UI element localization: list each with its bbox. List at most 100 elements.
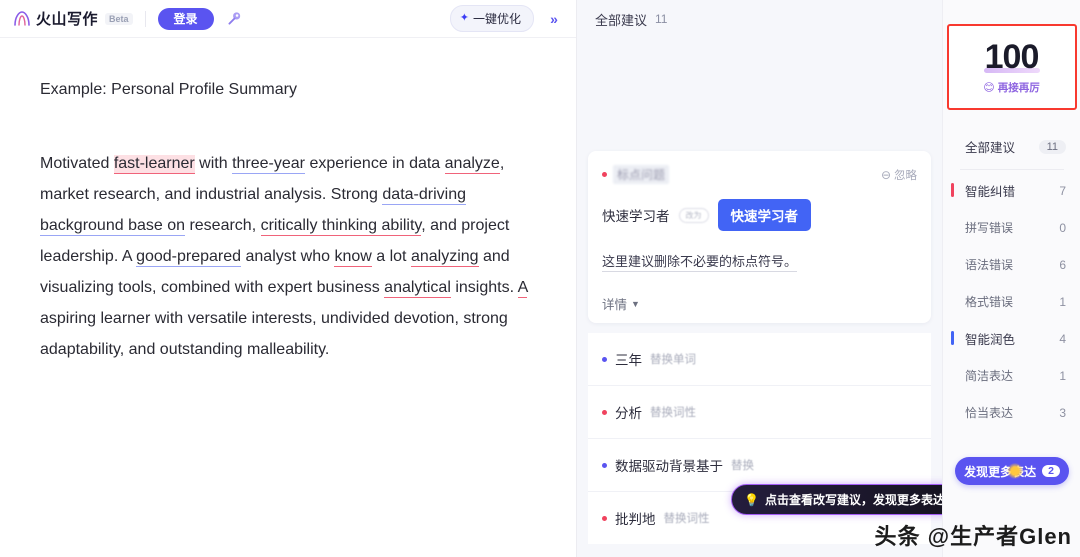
sidebar-row-label: 全部建议 xyxy=(965,141,1016,155)
magic-wand-icon[interactable] xyxy=(222,6,248,32)
text-run: with xyxy=(194,155,233,172)
sparkle-icon: ✦ xyxy=(459,12,469,24)
collapse-panel-button[interactable]: » xyxy=(542,7,566,31)
suggestion-list-item[interactable]: 分析 替换词性 xyxy=(588,385,931,438)
suggestion-description: 这里建议删除不必要的标点符号。 xyxy=(602,251,798,272)
sidebar-row-label: 简洁表达 xyxy=(965,369,1014,383)
flagged-text-red[interactable]: A xyxy=(517,279,528,298)
sidebar-row-count: 7 xyxy=(1059,183,1066,198)
document-title: Example: Personal Profile Summary xyxy=(40,81,297,98)
document-paragraph[interactable]: Motivated fast-learner with three-year e… xyxy=(40,148,536,365)
sidebar-row-label: 智能纠错 xyxy=(965,185,1016,199)
one-click-optimize-button[interactable]: ✦ 一键优化 xyxy=(449,5,534,32)
sidebar-row-count: 6 xyxy=(1059,257,1066,272)
sidebar-row-count: 4 xyxy=(1059,331,1066,346)
sidebar-row-label: 拼写错误 xyxy=(965,221,1014,235)
score-caption: 😊 再接再厉 xyxy=(983,80,1039,95)
sidebar-divider xyxy=(959,169,1064,170)
app-window: 火山写作 Beta 登录 ✦ 一键优化 » Example: Personal … xyxy=(0,0,1080,557)
watermark: 头条 @生产者Glen xyxy=(874,524,1072,549)
details-label: 详情 xyxy=(602,298,628,312)
sidebar-row-3[interactable]: 语法错误 6 xyxy=(943,246,1080,283)
suggestion-item-action: 替换词性 xyxy=(663,513,710,525)
flagged-text-blue[interactable]: three-year xyxy=(232,155,305,174)
flagged-text-blue[interactable]: good-prepared xyxy=(136,248,242,267)
editor-column: 火山写作 Beta 登录 ✦ 一键优化 » Example: Personal … xyxy=(0,0,577,557)
category-dot-icon xyxy=(602,172,607,177)
suggestion-card-header: 标点问题 ⊖ 忽略 xyxy=(602,165,917,184)
sidebar-row-5[interactable]: 智能润色 4 xyxy=(943,320,1080,357)
optimize-label: 一键优化 xyxy=(472,12,521,26)
score-card: 100 😊 再接再厉 xyxy=(946,24,1077,110)
minus-circle-icon: ⊖ xyxy=(880,167,891,182)
suggestion-category: 标点问题 xyxy=(602,165,670,184)
suggestion-item-action: 替换词性 xyxy=(650,407,696,419)
text-run: analyst who xyxy=(241,248,335,265)
brand-name: 火山写作 xyxy=(36,11,99,28)
text-run: aspiring learner with versatile interest… xyxy=(40,310,508,358)
suggestion-dot-icon xyxy=(602,462,607,468)
beta-badge: Beta xyxy=(105,12,133,25)
arrow-right-icon: 改为 xyxy=(678,207,709,223)
flagged-text-red[interactable]: analyzing xyxy=(410,248,479,267)
suggestion-item-text: 三年 xyxy=(615,353,642,368)
suggestion-item-action: 替换单词 xyxy=(650,354,696,366)
replacement-row: 快速学习者 改为 快速学习者 xyxy=(602,199,917,231)
login-button[interactable]: 登录 xyxy=(157,7,214,30)
flagged-text-red[interactable]: analyze xyxy=(444,155,500,174)
suggestion-item-text: 分析 xyxy=(615,406,642,421)
suggestion-item-action: 替换 xyxy=(731,460,754,472)
discover-more-count: 2 xyxy=(1042,465,1060,477)
discover-more-button[interactable]: 发现更多表达 2 xyxy=(955,457,1069,485)
sidebar-row-label: 智能润色 xyxy=(965,333,1016,347)
flagged-text-red[interactable]: know xyxy=(334,248,372,267)
category-bar-indicator xyxy=(951,331,954,345)
sidebar-column: 100 😊 再接再厉 全部建议 11 智能纠错 7 拼写错误 0 语法错误 6 格式错误 1 智能润… xyxy=(942,0,1080,557)
suggestion-list-item[interactable]: 三年 替换单词 xyxy=(588,333,931,385)
suggestions-column: 全部建议 11 标点问题 ⊖ 忽略 快速学习者 改为 快速学习者 这里建议删除不… xyxy=(577,0,942,557)
score-caption-text: 再接再厉 xyxy=(997,81,1040,94)
suggestion-dot-icon xyxy=(602,356,607,362)
sidebar-category-list: 全部建议 11 智能纠错 7 拼写错误 0 语法错误 6 格式错误 1 智能润色 4 简洁表达 1 恰当表达… xyxy=(943,110,1080,431)
sidebar-row-2[interactable]: 拼写错误 0 xyxy=(943,209,1080,246)
details-toggle[interactable]: 详情 ▼ xyxy=(602,294,917,313)
sidebar-row-label: 格式错误 xyxy=(965,295,1014,309)
sidebar-row-count: 1 xyxy=(1059,294,1066,309)
score-value: 100 xyxy=(984,37,1040,76)
flagged-text-red-hl[interactable]: fast-learner xyxy=(113,155,195,174)
document-editor[interactable]: Example: Personal Profile Summary Motiva… xyxy=(0,38,576,557)
sidebar-row-4[interactable]: 格式错误 1 xyxy=(943,283,1080,320)
suggestion-dot-icon xyxy=(602,515,607,521)
ignore-button[interactable]: ⊖ 忽略 xyxy=(881,167,917,183)
ignore-label: 忽略 xyxy=(894,169,917,182)
flagged-text-red[interactable]: analytical xyxy=(384,279,451,298)
discover-more-label: 发现更多表达 xyxy=(964,464,1037,479)
suggestions-header: 全部建议 11 xyxy=(577,0,942,38)
sidebar-row-label: 语法错误 xyxy=(965,258,1014,272)
original-text: 快速学习者 xyxy=(602,209,670,224)
text-run: Motivated xyxy=(40,155,114,172)
sidebar-row-1[interactable]: 智能纠错 7 xyxy=(943,172,1080,209)
sidebar-row-count: 3 xyxy=(1059,405,1066,420)
apply-replacement-button[interactable]: 快速学习者 xyxy=(717,199,811,231)
category-bar-indicator xyxy=(951,183,954,197)
flagged-text-red[interactable]: critically thinking ability xyxy=(260,217,422,236)
rewrite-tooltip: 💡 点击查看改写建议，发现更多表达 xyxy=(731,484,942,515)
brand-logo: 火山写作 Beta xyxy=(12,8,133,29)
sidebar-row-count: 0 xyxy=(1059,220,1066,235)
sidebar-row-0[interactable]: 全部建议 11 xyxy=(943,128,1080,165)
chevron-down-icon: ▼ xyxy=(631,298,640,309)
suggestion-item-text: 批判地 xyxy=(615,512,656,527)
text-run: experience in data xyxy=(305,155,445,172)
active-suggestion-card[interactable]: 标点问题 ⊖ 忽略 快速学习者 改为 快速学习者 这里建议删除不必要的标点符号。… xyxy=(588,151,931,323)
top-toolbar: 火山写作 Beta 登录 ✦ 一键优化 » xyxy=(0,0,576,38)
text-run: insights. xyxy=(450,279,518,296)
text-run: a lot xyxy=(371,248,411,265)
toolbar-divider xyxy=(144,10,146,27)
volcano-logo-icon xyxy=(12,9,32,29)
sidebar-row-6[interactable]: 简洁表达 1 xyxy=(943,357,1080,394)
smiley-emoji-icon: 😊 xyxy=(983,81,995,94)
sidebar-row-7[interactable]: 恰当表达 3 xyxy=(943,394,1080,431)
suggestion-item-text: 数据驱动背景基于 xyxy=(615,459,723,474)
lightbulb-icon: 💡 xyxy=(744,492,759,507)
